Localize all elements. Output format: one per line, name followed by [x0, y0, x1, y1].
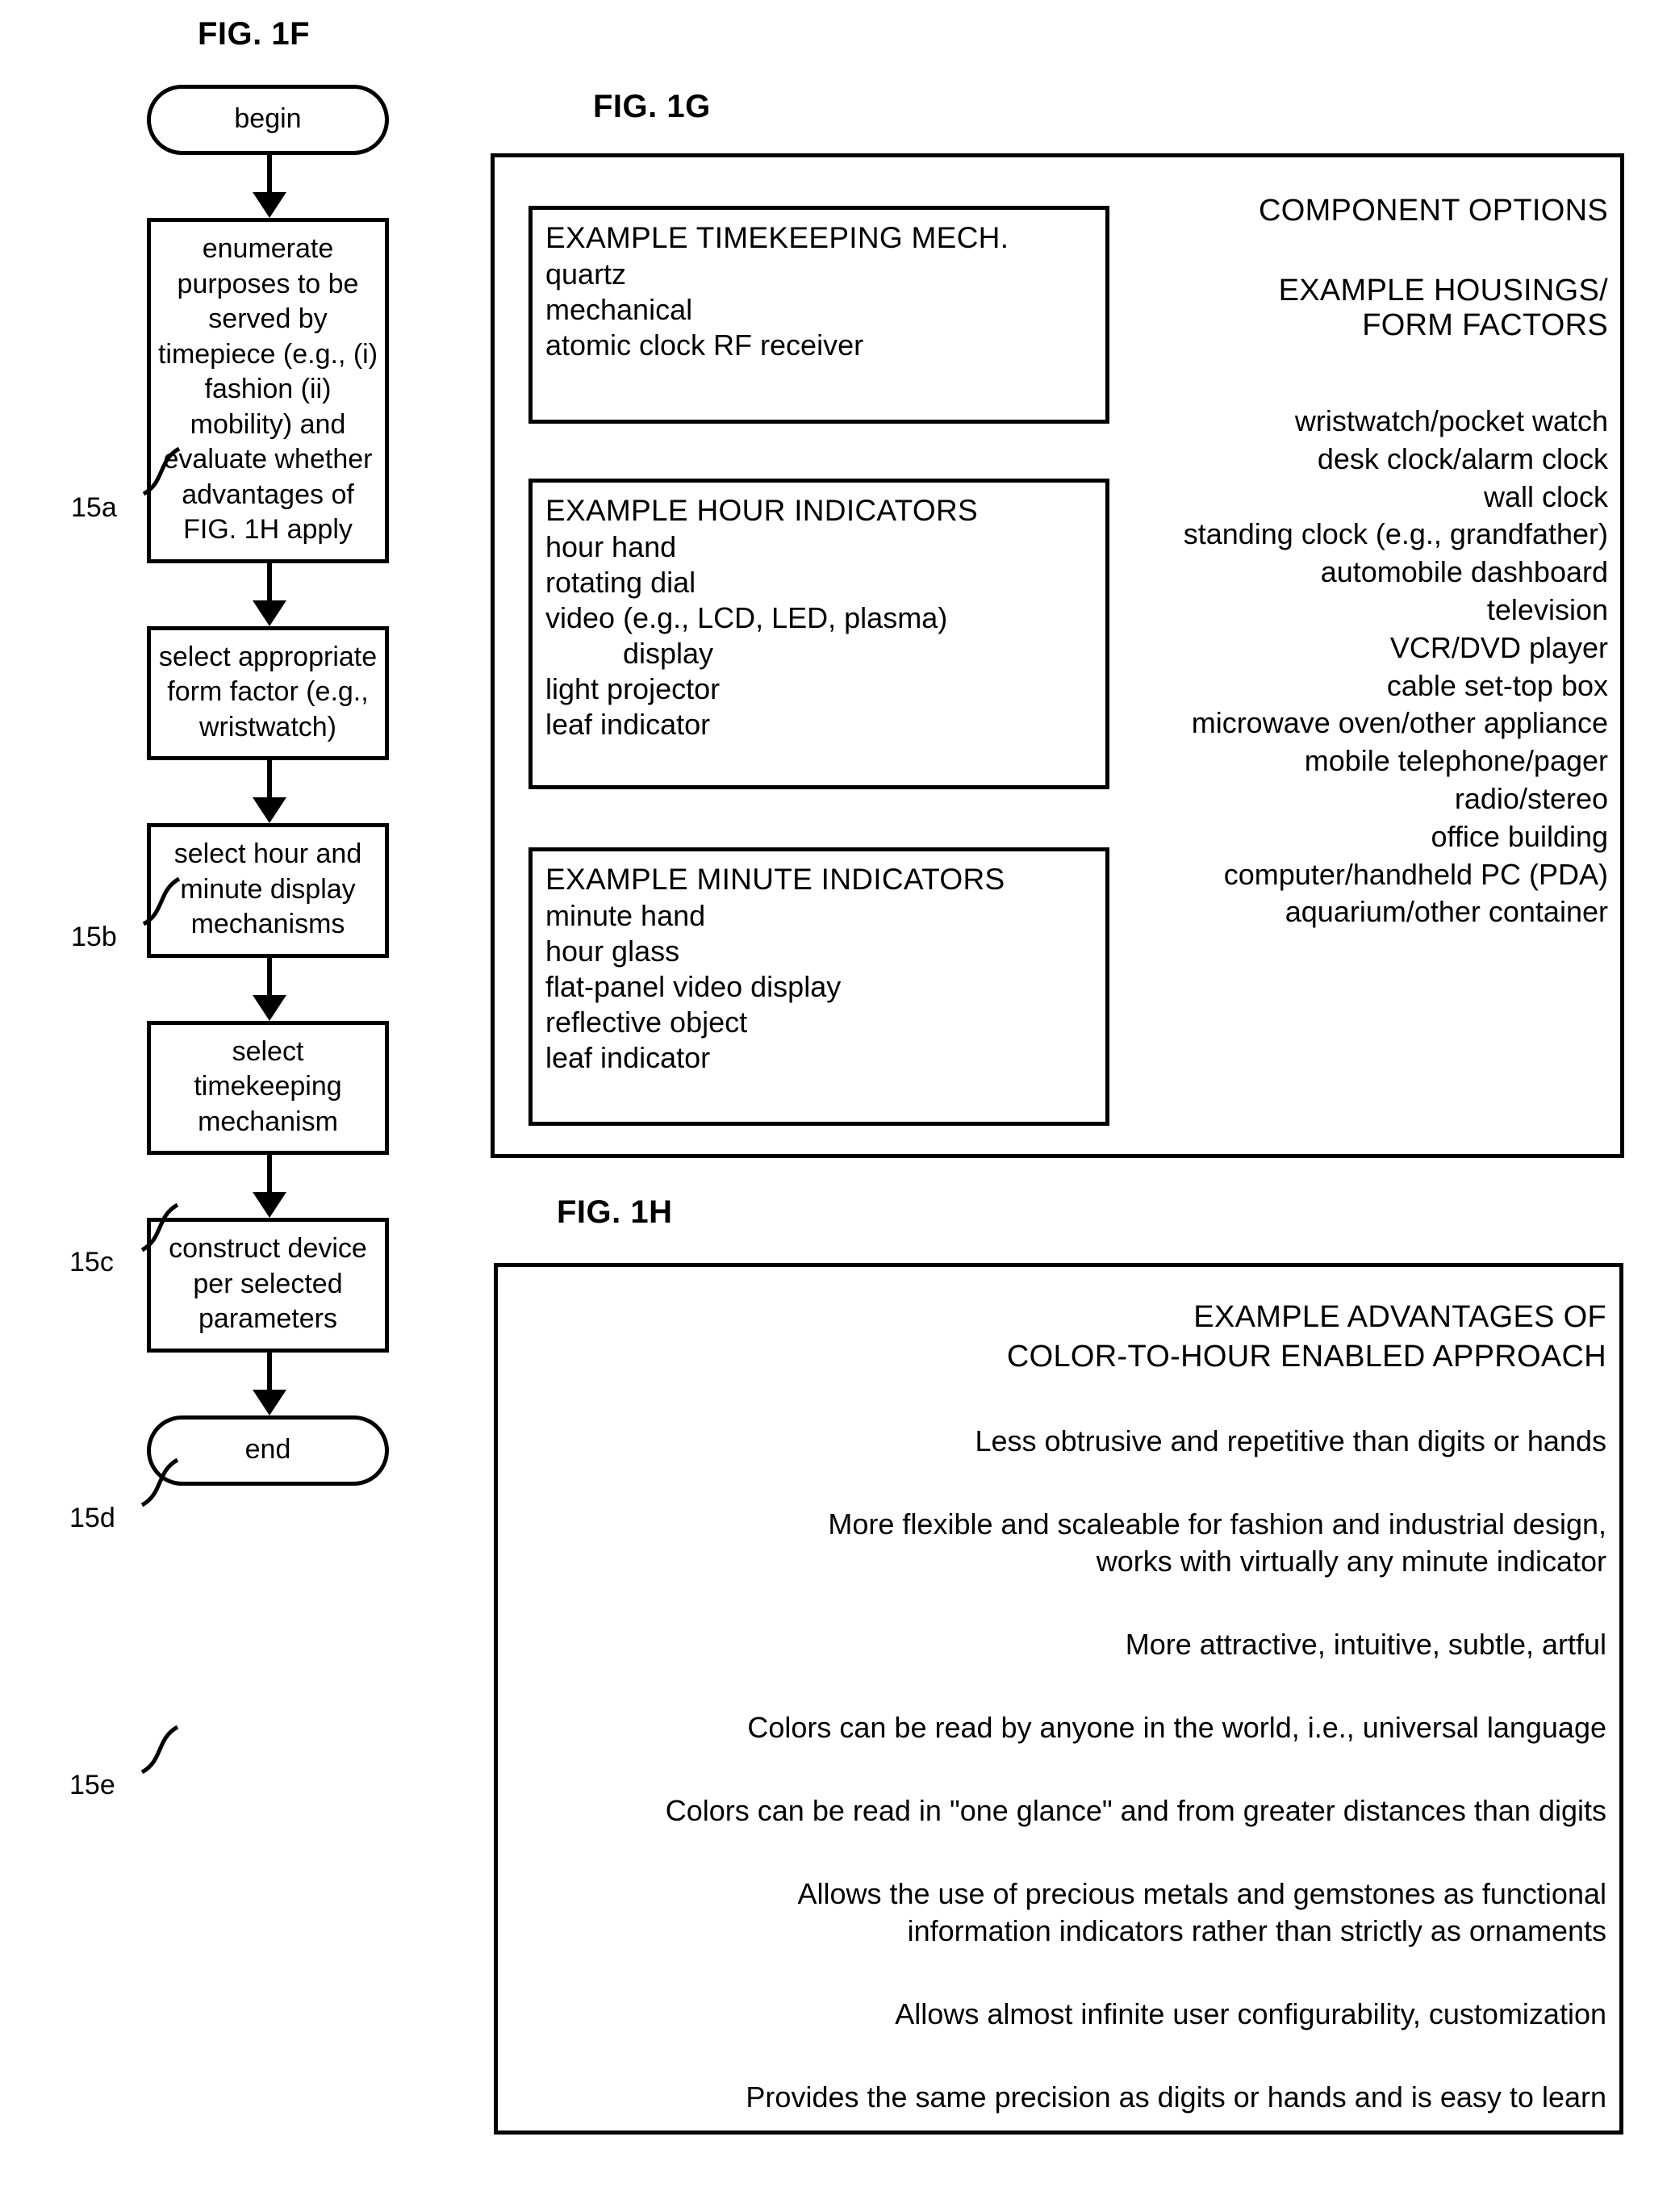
housing-item: wristwatch/pocket watch [1294, 404, 1608, 437]
hour-indicator-item: hour hand [545, 530, 677, 563]
flow-node-15e: construct device per selected parameters [147, 1218, 389, 1353]
advantage-line1: Colors can be read in "one glance" and f… [665, 1793, 1606, 1827]
fig-1f-flowchart: begin enumerate purposes to be served by… [147, 85, 389, 1486]
arrow-head-icon [253, 1192, 286, 1219]
advantage-item: Allows almost infinite user configurabil… [514, 1996, 1606, 2034]
advantage-line1: Allows the use of precious metals and ge… [797, 1876, 1606, 1910]
timekeeping-item: quartz [545, 257, 627, 291]
flow-arrow-15d-to-15e [147, 1155, 389, 1219]
ref-label-15b: 15b [71, 922, 117, 952]
component-options-column: COMPONENT OPTIONS EXAMPLE HOUSINGS/ FORM… [1140, 194, 1608, 931]
hour-indicator-item: light projector [545, 671, 721, 705]
housing-item: office building [1431, 819, 1609, 853]
advantage-item: Colors can be read in "one glance" and f… [514, 1792, 1606, 1830]
hour-indicator-item: video (e.g., LCD, LED, plasma) [545, 600, 948, 634]
housing-item: television [1486, 592, 1608, 626]
flow-arrow-begin-to-15a [147, 155, 389, 218]
flow-node-15b: select appropriate form factor (e.g., wr… [147, 625, 389, 761]
hour-indicator-item: display [623, 636, 714, 670]
housing-item: mobile telephone/pager [1304, 744, 1608, 778]
fig-1f-title: FIG. 1F [198, 16, 311, 52]
hour-indicators-heading: EXAMPLE HOUR INDICATORS [545, 494, 978, 527]
flow-arrow-15a-to-15b [147, 562, 389, 626]
advantage-line1: More flexible and scaleable for fashion … [828, 1507, 1606, 1541]
minute-indicator-item: hour glass [545, 934, 680, 968]
advantage-line2: information indicators rather than stric… [907, 1914, 1606, 1948]
advantage-line1: Colors can be read by anyone in the worl… [747, 1710, 1606, 1744]
housing-item: standing clock (e.g., grandfather) [1183, 517, 1608, 551]
advantage-line1: Less obtrusive and repetitive than digit… [975, 1424, 1606, 1457]
housing-item: wall clock [1483, 479, 1608, 513]
minute-indicator-item: minute hand [545, 899, 706, 932]
flow-arrow-15b-to-15c [147, 760, 389, 824]
flow-node-15c: select hour and minute display mechanism… [147, 823, 389, 958]
arrow-head-icon [253, 192, 286, 218]
advantages-heading-line2: COLOR-TO-HOUR ENABLED APPROACH [1006, 1340, 1606, 1374]
advantage-line2: works with virtually any minute indicato… [1096, 1545, 1606, 1579]
timekeeping-heading: EXAMPLE TIMEKEEPING MECH. [545, 221, 1009, 254]
fig-1h-container: EXAMPLE ADVANTAGES OF COLOR-TO-HOUR ENAB… [494, 1263, 1623, 2135]
housing-item: radio/stereo [1454, 781, 1608, 815]
flow-arrow-15e-to-end [147, 1352, 389, 1415]
advantage-line1: Allows almost infinite user configurabil… [895, 1997, 1606, 2031]
advantage-item: More attractive, intuitive, subtle, artf… [514, 1626, 1606, 1664]
minute-indicator-item: reflective object [545, 1005, 748, 1039]
fig-1g-container: EXAMPLE TIMEKEEPING MECH. quartz mechani… [491, 153, 1624, 1158]
housings-heading-line1: EXAMPLE HOUSINGS/ [1278, 274, 1608, 307]
arrow-head-icon [253, 994, 286, 1021]
flow-arrow-15c-to-15d [147, 957, 389, 1021]
hour-indicators-box: EXAMPLE HOUR INDICATORS hour hand rotati… [528, 479, 1109, 789]
advantage-item: Less obtrusive and repetitive than digit… [514, 1423, 1606, 1461]
advantage-line1: More attractive, intuitive, subtle, artf… [1125, 1628, 1606, 1662]
timekeeping-mechanisms-box: EXAMPLE TIMEKEEPING MECH. quartz mechani… [528, 206, 1109, 424]
ref-label-15c: 15c [69, 1247, 114, 1277]
advantage-item: Allows the use of precious metals and ge… [514, 1875, 1606, 1951]
arrow-head-icon [253, 797, 286, 824]
ref-label-15a: 15a [71, 492, 117, 523]
advantage-line1: Provides the same precision as digits or… [746, 2080, 1606, 2114]
advantage-item: Provides the same precision as digits or… [514, 2079, 1606, 2117]
fig-1h-title: FIG. 1H [557, 1194, 673, 1230]
timekeeping-item: mechanical [545, 292, 693, 326]
ref-label-15d: 15d [69, 1503, 115, 1533]
housing-item: VCR/DVD player [1389, 630, 1608, 664]
housings-heading-line2: FORM FACTORS [1362, 308, 1608, 342]
housing-item: aquarium/other container [1285, 895, 1608, 929]
flow-node-end: end [147, 1415, 389, 1486]
minute-indicators-heading: EXAMPLE MINUTE INDICATORS [545, 863, 1005, 896]
timekeeping-item: atomic clock RF receiver [545, 328, 864, 362]
leader-line-15e [140, 1725, 179, 1775]
hour-indicator-item: rotating dial [545, 565, 696, 599]
minute-indicator-item: leaf indicator [545, 1040, 711, 1074]
flow-node-15a: enumerate purposes to be served by timep… [147, 218, 389, 563]
flow-node-begin: begin [147, 85, 389, 155]
minute-indicator-item: flat-panel video display [545, 969, 842, 1003]
arrow-head-icon [253, 1389, 286, 1415]
flow-node-15d: select timekeeping mechanism [147, 1020, 389, 1156]
housing-item: computer/handheld PC (PDA) [1223, 857, 1608, 891]
fig-1g-title: FIG. 1G [593, 89, 711, 124]
arrow-head-icon [253, 600, 286, 626]
housing-item: desk clock/alarm clock [1317, 441, 1608, 475]
minute-indicators-box: EXAMPLE MINUTE INDICATORS minute hand ho… [528, 847, 1109, 1126]
ref-label-15e: 15e [69, 1770, 115, 1800]
advantage-item: Colors can be read by anyone in the worl… [514, 1709, 1606, 1747]
advantage-item: More flexible and scaleable for fashion … [514, 1506, 1606, 1582]
housing-item: automobile dashboard [1320, 555, 1608, 589]
advantages-heading-line1: EXAMPLE ADVANTAGES OF [1193, 1300, 1606, 1334]
housing-item: microwave oven/other appliance [1191, 706, 1608, 740]
housing-item: cable set-top box [1386, 668, 1608, 702]
hour-indicator-item: leaf indicator [545, 707, 711, 741]
component-options-heading: COMPONENT OPTIONS [1259, 194, 1608, 228]
